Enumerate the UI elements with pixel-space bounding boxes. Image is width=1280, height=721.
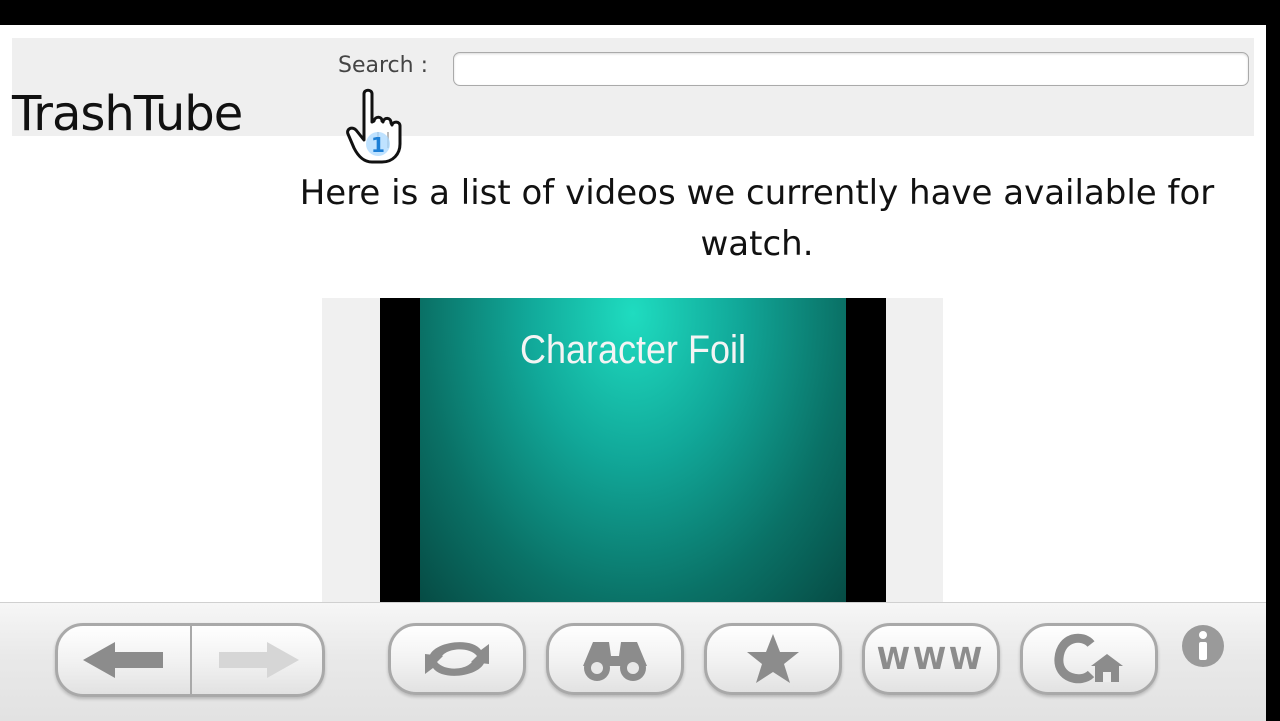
site-header: TrashTube Search : <box>12 38 1254 142</box>
home-button[interactable] <box>1020 623 1158 695</box>
cursor-player-number: 1 <box>371 133 385 157</box>
search-input[interactable] <box>453 52 1249 86</box>
video-thumbnail-image: Character Foil <box>420 298 846 602</box>
refresh-button[interactable] <box>388 623 526 695</box>
intro-text: Here is a list of videos we currently ha… <box>299 173 1215 264</box>
browser-page: TrashTube Search : Here is a list of vid… <box>0 25 1266 602</box>
browser-toolbar: WWW <box>0 602 1266 721</box>
forward-arrow-icon <box>219 642 299 678</box>
search-label: Search : <box>338 53 428 78</box>
refresh-icon <box>425 642 489 676</box>
video-thumbnail[interactable]: Character Foil <box>380 298 886 602</box>
top-black-bar <box>0 0 1280 25</box>
www-icon: WWW <box>876 641 986 677</box>
info-icon[interactable] <box>1180 623 1226 669</box>
site-title[interactable]: TrashTube <box>12 86 243 142</box>
home-icon <box>1054 633 1123 684</box>
back-button[interactable] <box>58 626 192 694</box>
right-black-edge <box>1266 25 1280 720</box>
star-icon <box>747 634 799 683</box>
binoculars-icon <box>583 642 647 681</box>
search-button[interactable] <box>546 623 684 695</box>
video-list-item[interactable]: Character Foil <box>322 298 943 602</box>
back-forward-group <box>55 623 325 697</box>
favorites-button[interactable] <box>704 623 842 695</box>
video-title: Character Foil <box>519 328 747 372</box>
pointer-hand-cursor-icon: 1 <box>346 88 402 164</box>
www-button[interactable]: WWW <box>862 623 1000 695</box>
forward-button[interactable] <box>192 626 322 694</box>
back-arrow-icon <box>83 642 163 678</box>
